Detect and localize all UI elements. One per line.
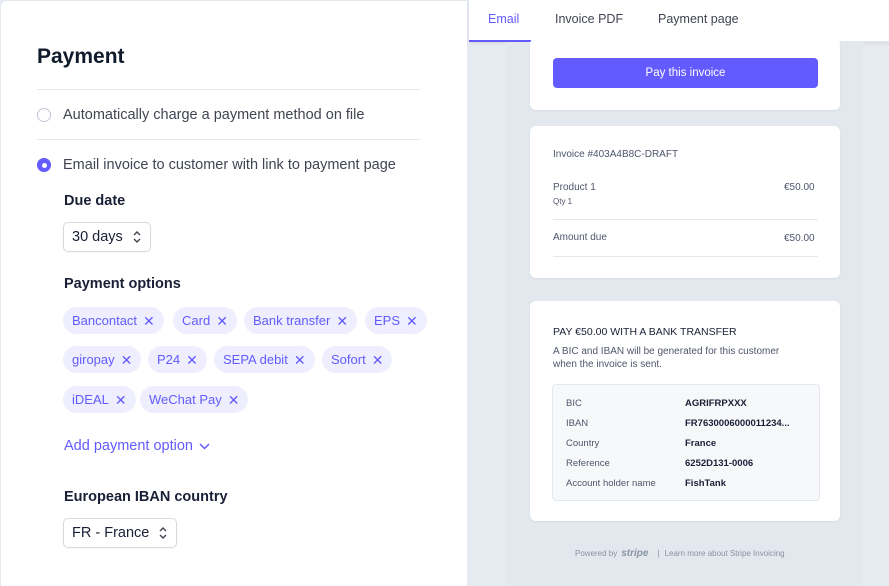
option-auto-charge[interactable]: Automatically charge a payment method on… bbox=[37, 107, 364, 123]
footer-powered: Powered by bbox=[575, 549, 618, 558]
field-value: AGRIFRPXXX bbox=[685, 398, 747, 409]
field-key: IBAN bbox=[566, 418, 589, 429]
due-date-select[interactable]: 30 days bbox=[63, 222, 151, 252]
field-key: Account holder name bbox=[566, 478, 656, 489]
field-key: BIC bbox=[566, 398, 582, 409]
chip-label: Bancontact bbox=[72, 313, 138, 328]
remove-icon[interactable]: ✕ bbox=[336, 314, 348, 328]
chip-label: iDEAL bbox=[72, 392, 109, 407]
product-name: Product 1 bbox=[553, 182, 596, 193]
option-email-invoice-label: Email invoice to customer with link to p… bbox=[63, 157, 396, 173]
field-key: Country bbox=[566, 438, 600, 449]
preview-tabs: Email Invoice PDF Payment page bbox=[469, 0, 889, 42]
learn-more-link[interactable]: Learn more about Stripe Invoicing bbox=[665, 549, 785, 558]
radio-auto-charge[interactable] bbox=[37, 108, 51, 122]
chip-label: Card bbox=[182, 313, 211, 328]
chip-bank-transfer[interactable]: Bank transfer ✕ bbox=[244, 307, 358, 334]
chip-p24[interactable]: P24 ✕ bbox=[148, 346, 207, 373]
preview-footer: Powered by stripe | Learn more about Str… bbox=[575, 548, 785, 559]
radio-email-invoice[interactable] bbox=[37, 158, 51, 172]
iban-country-select[interactable]: FR - France bbox=[63, 518, 178, 548]
due-date-label: Due date bbox=[64, 193, 126, 209]
tab-invoice-pdf[interactable]: Invoice PDF bbox=[555, 12, 623, 26]
bank-transfer-desc: A BIC and IBAN will be generated for thi… bbox=[553, 346, 780, 357]
updown-chevron-icon bbox=[159, 527, 167, 539]
chip-eps[interactable]: EPS ✕ bbox=[365, 307, 427, 334]
pay-invoice-button[interactable]: Pay this invoice bbox=[553, 58, 818, 88]
tab-email[interactable]: Email bbox=[488, 12, 519, 26]
remove-icon[interactable]: ✕ bbox=[121, 353, 133, 367]
remove-icon[interactable]: ✕ bbox=[186, 353, 198, 367]
field-value: 6252D131-0006 bbox=[685, 458, 754, 469]
remove-icon[interactable]: ✕ bbox=[115, 393, 127, 407]
chip-label: P24 bbox=[157, 352, 181, 367]
stripe-logo[interactable]: stripe bbox=[621, 548, 648, 559]
divider bbox=[553, 256, 818, 257]
updown-chevron-icon bbox=[133, 231, 141, 243]
amount-due-label: Amount due bbox=[553, 232, 607, 243]
bank-transfer-title: PAY €50.00 WITH A BANK TRANSFER bbox=[553, 326, 737, 338]
remove-icon[interactable]: ✕ bbox=[294, 353, 306, 367]
chip-sofort[interactable]: Sofort ✕ bbox=[322, 346, 393, 373]
payment-options-label: Payment options bbox=[64, 276, 181, 292]
remove-icon[interactable]: ✕ bbox=[228, 393, 240, 407]
chip-bancontact[interactable]: Bancontact ✕ bbox=[63, 307, 164, 334]
add-payment-option-label: Add payment option bbox=[64, 438, 193, 454]
bank-transfer-desc: when the invoice is sent. bbox=[553, 359, 662, 370]
field-value: FishTank bbox=[685, 478, 726, 489]
chevron-down-icon bbox=[199, 442, 210, 450]
chip-ideal[interactable]: iDEAL ✕ bbox=[63, 386, 136, 413]
payment-panel: Payment Automatically charge a payment m… bbox=[0, 0, 468, 586]
iban-country-value: FR - France bbox=[72, 525, 150, 541]
page-title: Payment bbox=[37, 45, 125, 68]
chip-sepa-debit[interactable]: SEPA debit ✕ bbox=[214, 346, 315, 373]
chip-label: giropay bbox=[72, 352, 115, 367]
chip-card[interactable]: Card ✕ bbox=[173, 307, 237, 334]
iban-country-label: European IBAN country bbox=[64, 489, 228, 505]
field-value: FR7630006000011234... bbox=[685, 418, 790, 429]
remove-icon[interactable]: ✕ bbox=[372, 353, 384, 367]
remove-icon[interactable]: ✕ bbox=[216, 314, 228, 328]
remove-icon[interactable]: ✕ bbox=[143, 314, 155, 328]
divider bbox=[37, 139, 420, 140]
field-value: France bbox=[685, 438, 717, 449]
option-email-invoice[interactable]: Email invoice to customer with link to p… bbox=[37, 157, 396, 173]
tab-payment-page[interactable]: Payment page bbox=[658, 12, 739, 26]
chip-label: SEPA debit bbox=[223, 352, 288, 367]
option-auto-charge-label: Automatically charge a payment method on… bbox=[63, 107, 365, 123]
product-qty: Qty 1 bbox=[553, 197, 573, 206]
remove-icon[interactable]: ✕ bbox=[406, 314, 418, 328]
chip-label: Bank transfer bbox=[253, 313, 331, 328]
invoice-number: Invoice #403A4B8C-DRAFT bbox=[553, 149, 679, 160]
chip-label: EPS bbox=[374, 313, 401, 328]
divider bbox=[553, 219, 818, 220]
chip-label: Sofort bbox=[331, 352, 366, 367]
footer-separator: | bbox=[657, 549, 660, 558]
chip-label: WeChat Pay bbox=[149, 392, 222, 407]
add-payment-option-link[interactable]: Add payment option bbox=[64, 438, 210, 454]
product-price: €50.00 bbox=[784, 182, 815, 193]
field-key: Reference bbox=[566, 458, 610, 469]
chip-giropay[interactable]: giropay ✕ bbox=[63, 346, 142, 373]
chip-wechat-pay[interactable]: WeChat Pay ✕ bbox=[140, 386, 249, 413]
due-date-value: 30 days bbox=[72, 229, 123, 245]
amount-due-value: €50.00 bbox=[784, 233, 815, 244]
divider bbox=[37, 89, 420, 90]
